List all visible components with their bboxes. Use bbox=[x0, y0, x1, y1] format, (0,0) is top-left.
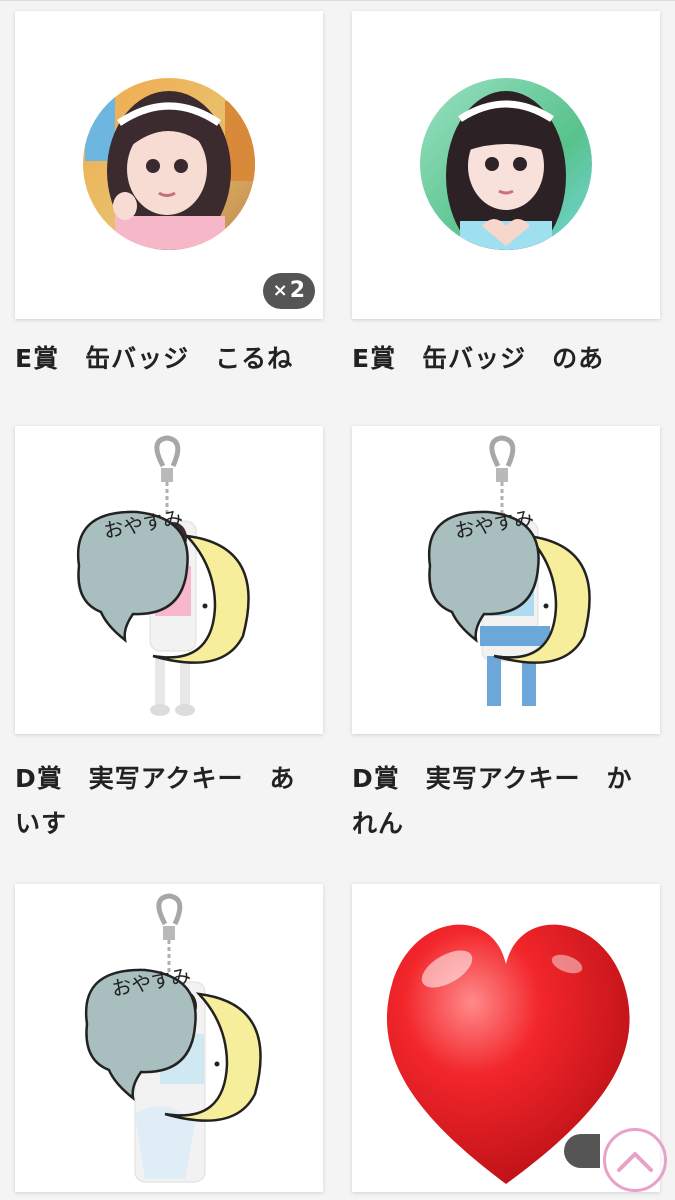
product-card[interactable]: おやすみ D賞 実写アクキー か れん bbox=[352, 426, 660, 838]
product-thumbnail[interactable]: おやすみ bbox=[15, 426, 323, 734]
product-thumbnail[interactable]: おやすみ bbox=[352, 426, 660, 734]
product-thumbnail[interactable] bbox=[352, 11, 660, 319]
product-title-line1: D賞 実写アクキー か bbox=[352, 764, 633, 793]
product-thumbnail[interactable]: おやすみ bbox=[15, 884, 323, 1192]
product-title-line2: れん bbox=[352, 809, 405, 838]
product-card[interactable]: E賞 缶バッジ のあ bbox=[352, 11, 660, 373]
quantity-badge-partial bbox=[564, 1134, 600, 1168]
product-title[interactable]: E賞 缶バッジ こるね bbox=[15, 336, 315, 381]
can-badge-image bbox=[420, 78, 592, 250]
acrylic-keychain-image: おやすみ bbox=[84, 893, 262, 1183]
product-title[interactable]: D賞 実写アクキー あ いす bbox=[15, 756, 315, 846]
scroll-to-top-button[interactable] bbox=[603, 1128, 667, 1192]
product-title[interactable]: D賞 実写アクキー か れん bbox=[352, 756, 652, 846]
product-title-line1: D賞 実写アクキー あ bbox=[15, 764, 296, 793]
product-list-page: × 2 E賞 缶バッジ こるね E賞 缶バッジ のあ おやすみ D賞 実写アクキ… bbox=[0, 0, 675, 1200]
product-thumbnail[interactable]: × 2 bbox=[15, 11, 323, 319]
acrylic-keychain-image: おやすみ bbox=[427, 435, 591, 706]
product-card[interactable]: おやすみ D賞 実写アクキー あ いす bbox=[15, 426, 323, 838]
chevron-up-icon bbox=[617, 1152, 653, 1172]
product-title-line2: いす bbox=[15, 809, 68, 838]
product-card[interactable]: × 2 E賞 缶バッジ こるね bbox=[15, 11, 323, 373]
product-title[interactable]: E賞 缶バッジ のあ bbox=[352, 336, 652, 381]
product-card[interactable]: おやすみ bbox=[15, 884, 323, 1192]
quantity-badge: × 2 bbox=[262, 273, 315, 309]
acrylic-keychain-image: おやすみ bbox=[76, 435, 250, 716]
